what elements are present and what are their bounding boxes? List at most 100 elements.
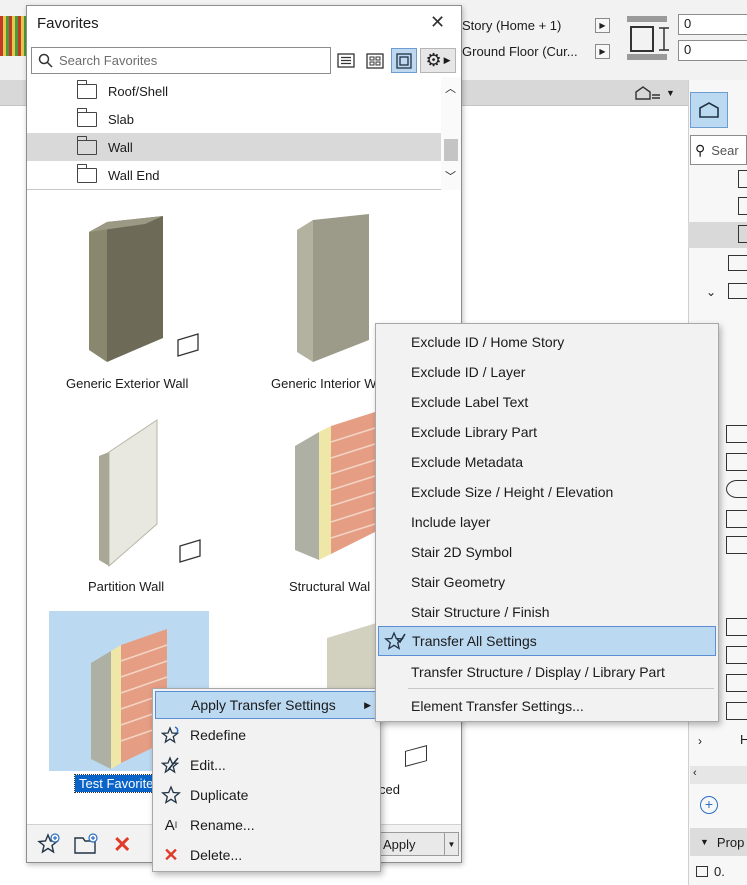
folder-row-wall-end[interactable]: Wall End	[27, 161, 441, 189]
tile-label-selected[interactable]: Test Favorite	[74, 774, 156, 793]
folder-label: Wall	[108, 139, 133, 155]
tile-generic-exterior-wall[interactable]	[83, 212, 203, 367]
offset-icon	[624, 14, 676, 66]
apply-button[interactable]: Apply ▼	[379, 832, 459, 856]
submenu-item-label: Element Transfer Settings...	[411, 698, 584, 714]
menu-item-label: Edit...	[190, 757, 226, 773]
star-check-icon	[382, 631, 408, 651]
submenu-item[interactable]: Exclude Size / Height / Elevation	[378, 478, 716, 506]
house-icon	[699, 102, 719, 118]
new-favorite-button[interactable]	[37, 832, 61, 859]
preview-icon	[396, 52, 412, 69]
folder-icon	[76, 163, 97, 183]
search-icon: ⚲	[695, 141, 706, 158]
scroll-up-icon[interactable]: ︿	[445, 80, 456, 96]
settings-button[interactable]: ⚙ ▶	[420, 48, 456, 73]
close-icon[interactable]: ✕	[430, 12, 445, 33]
large-preview-button[interactable]	[391, 48, 417, 73]
submenu-item[interactable]: Exclude Library Part	[378, 418, 716, 446]
chevron-right-icon: ▶	[443, 55, 451, 65]
story-bottom-arrow-button[interactable]: ▶	[595, 43, 610, 59]
menu-item-label: Delete...	[190, 847, 243, 863]
story-bottom-label: Ground Floor (Cur...	[462, 43, 578, 59]
submenu-item-label: Transfer Structure / Display / Library P…	[411, 664, 665, 680]
folder-row-wall[interactable]: Wall	[27, 133, 441, 161]
tree-expand-icon[interactable]: ⌄	[706, 285, 716, 299]
submenu-item[interactable]: Exclude Label Text	[378, 388, 716, 416]
folder-row-roof-shell[interactable]: Roof/Shell	[27, 77, 441, 105]
properties-value: 0.	[714, 864, 725, 879]
menu-item-label: Apply Transfer Settings	[191, 697, 336, 713]
search-placeholder: Search Favorites	[59, 53, 158, 68]
offset-bottom-field[interactable]: 0	[678, 40, 747, 61]
menu-item-apply-transfer-settings[interactable]: Apply Transfer Settings ▶	[155, 691, 378, 719]
submenu-item[interactable]: Exclude Metadata	[378, 448, 716, 476]
menu-item-label: Duplicate	[190, 787, 249, 803]
tile-label: Generic Exterior Wall	[66, 376, 189, 391]
story-bottom-row: Ground Floor (Cur... ▶	[462, 40, 610, 62]
submenu-item-label: Transfer All Settings	[412, 633, 537, 649]
story-top-arrow-button[interactable]: ▶	[595, 17, 610, 33]
house-view-icon	[635, 86, 660, 100]
submenu-item-label: Stair Geometry	[411, 574, 506, 590]
add-view-icon[interactable]: +	[700, 796, 718, 814]
tile-partition-wall[interactable]	[93, 416, 213, 571]
folder-icon	[696, 866, 708, 877]
scroll-down-icon[interactable]: ﹀	[445, 168, 456, 184]
navigator-tree-icons	[726, 170, 747, 730]
star-edit-icon	[158, 755, 184, 775]
scrollbar-thumb[interactable]	[444, 139, 458, 161]
properties-header[interactable]: ▼ Prop	[690, 828, 747, 856]
menu-item-duplicate[interactable]: Duplicate	[155, 781, 378, 809]
delete-x-icon[interactable]: ✕	[113, 832, 131, 858]
submenu-item-element-transfer-settings[interactable]: Element Transfer Settings...	[378, 692, 716, 720]
submenu-item-label: Stair 2D Symbol	[411, 544, 513, 560]
list-view-icon	[337, 53, 355, 68]
chevron-down-icon[interactable]: ▼	[444, 833, 458, 855]
red-x-icon: ✕	[163, 844, 179, 865]
submenu-item[interactable]: Exclude ID / Layer	[378, 358, 716, 386]
search-icon	[38, 53, 53, 68]
project-map-tab[interactable]	[690, 92, 728, 128]
menu-item-redefine[interactable]: Redefine	[155, 721, 378, 749]
navigator-search[interactable]: ⚲ Sear	[690, 135, 747, 165]
menu-item-edit[interactable]: Edit...	[155, 751, 378, 779]
submenu-item-label: Exclude Size / Height / Elevation	[411, 484, 614, 500]
tile-generic-interior-wall[interactable]	[289, 212, 379, 367]
menu-item-rename[interactable]: AI Rename...	[155, 811, 378, 839]
tile-badge-icon	[405, 745, 427, 767]
folder-row-slab[interactable]: Slab	[27, 105, 441, 133]
submenu-item-label: Exclude Library Part	[411, 424, 538, 440]
new-folder-button[interactable]	[73, 832, 99, 859]
folder-icon	[76, 107, 97, 127]
navigator-hscroll[interactable]	[690, 766, 747, 784]
favorites-search-input[interactable]: Search Favorites	[31, 47, 331, 74]
view-options-control[interactable]: ▼	[634, 84, 686, 102]
list-view-button[interactable]	[333, 48, 359, 73]
menu-item-label: Rename...	[190, 817, 255, 833]
tree-collapse-icon[interactable]: ›	[698, 734, 702, 748]
submenu-item[interactable]: Include layer	[378, 508, 716, 536]
submenu-item[interactable]: Transfer Structure / Display / Library P…	[378, 658, 716, 686]
favorite-context-menu: Apply Transfer Settings ▶ Redefine Edit.…	[152, 688, 381, 872]
wall-thumbnail	[89, 216, 199, 362]
chevron-down-icon: ▼	[666, 88, 675, 98]
folder-add-icon	[74, 833, 98, 854]
wall-thumbnail	[297, 214, 369, 362]
scroll-left-icon[interactable]: ‹	[693, 767, 697, 779]
submenu-item[interactable]: Stair 2D Symbol	[378, 538, 716, 566]
grid-view-button[interactable]	[362, 48, 388, 73]
folder-icon	[76, 79, 97, 99]
tile-label: Structural Wal	[289, 579, 371, 594]
submenu-item[interactable]: Stair Structure / Finish	[378, 598, 716, 626]
submenu-item-transfer-all-settings[interactable]: Transfer All Settings	[378, 626, 716, 656]
tile-structural-wall[interactable]	[289, 412, 379, 571]
folder-label: Wall End	[108, 167, 160, 183]
submenu-item-label: Exclude Metadata	[411, 454, 524, 470]
submenu-item[interactable]: Stair Geometry	[378, 568, 716, 596]
submenu-item[interactable]: Exclude ID / Home Story	[378, 328, 716, 356]
collapse-triangle-icon: ▼	[700, 837, 709, 847]
menu-item-delete[interactable]: ✕ Delete...	[155, 841, 378, 869]
folder-list: Roof/Shell Slab Wall Wall End	[27, 77, 461, 190]
offset-top-field[interactable]: 0	[678, 14, 747, 35]
